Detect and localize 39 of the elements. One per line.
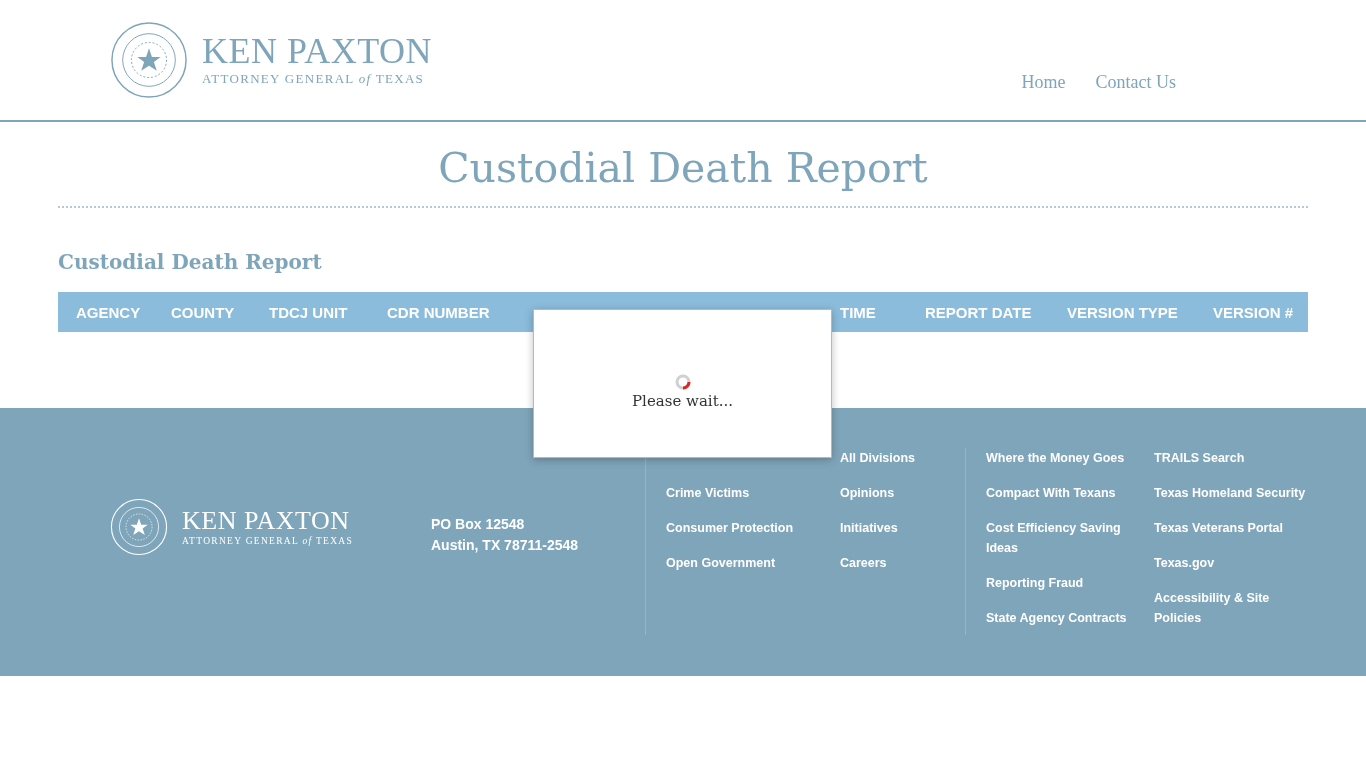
column-header: REPORT DATE — [924, 302, 1033, 323]
nav-link[interactable]: Contact Us — [1095, 71, 1176, 93]
logo-name: KEN PAXTON — [182, 508, 351, 534]
seal-icon — [110, 498, 168, 556]
spinner-icon — [674, 373, 691, 390]
column-header: VERSION TYPE — [1066, 302, 1179, 323]
logo-tagline: ATTORNEY GENERAL of TEXAS — [182, 536, 354, 546]
footer-link[interactable]: Careers — [840, 553, 986, 573]
address-line: Austin, TX 78711-2548 — [431, 536, 580, 555]
footer-link[interactable]: Cost Efficiency Saving Ideas — [986, 518, 1154, 558]
footer-link[interactable]: TRAILS Search — [1154, 448, 1314, 468]
footer-link[interactable]: All Divisions — [840, 448, 986, 468]
column-header: AGENCY — [75, 302, 142, 323]
column-header: TDCJ UNIT — [268, 302, 349, 323]
footer-link[interactable]: Where the Money Goes — [986, 448, 1154, 468]
page-title: Custodial Death Report — [437, 144, 929, 192]
footer-link[interactable]: Texas.gov — [1154, 553, 1314, 573]
footer-link[interactable]: Initiatives — [840, 518, 986, 538]
column-header: CDR NUMBER — [386, 302, 491, 323]
column-header: TIME — [839, 302, 877, 323]
footer-link[interactable]: Compact With Texans — [986, 483, 1154, 503]
footer-link[interactable]: Opinions — [840, 483, 986, 503]
footer-link[interactable]: State Agency Contracts — [986, 608, 1154, 628]
section-title: Custodial Death Report — [58, 250, 323, 274]
footer-link[interactable]: Texas Veterans Portal — [1154, 518, 1314, 538]
footer-link[interactable]: Open Government — [666, 553, 840, 573]
seal-icon — [110, 21, 188, 99]
footer-link[interactable]: Texas Homeland Security — [1154, 483, 1314, 503]
footer-link[interactable]: Consumer Protection — [666, 518, 840, 538]
loading-message: Please wait... — [632, 391, 733, 410]
column-header: COUNTY — [170, 302, 236, 323]
footer-link[interactable]: Crime Victims — [666, 483, 840, 503]
address-line: PO Box 12548 — [431, 515, 526, 534]
nav-link[interactable]: Home — [1021, 71, 1066, 93]
footer-link[interactable]: Accessibility & Site Policies — [1154, 588, 1314, 628]
footer-link[interactable]: Reporting Fraud — [986, 573, 1154, 593]
logo-name: KEN PAXTON — [202, 33, 433, 69]
column-header: VERSION # — [1212, 302, 1295, 323]
logo-tagline: ATTORNEY GENERAL of TEXAS — [202, 71, 426, 87]
